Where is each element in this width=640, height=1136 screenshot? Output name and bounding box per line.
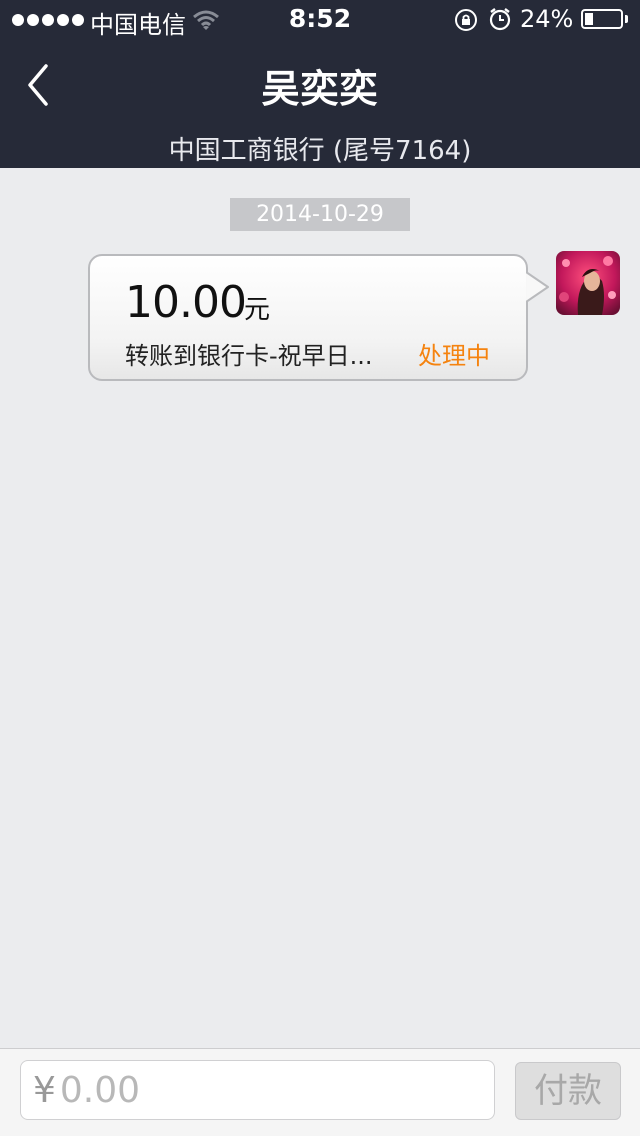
page-title: 吴奕奕 — [261, 67, 379, 111]
battery-icon — [581, 9, 623, 29]
bank-account-subtitle: 中国工商银行 (尾号7164) — [168, 136, 472, 166]
status-bar: 中国电信 8:52 24% — [0, 0, 640, 40]
header: 中国电信 8:52 24% 吴奕奕 中国工商银行 (尾号7164) — [0, 0, 640, 168]
date-separator: 2014-10-29 — [230, 198, 410, 231]
transfer-description: 转账到银行卡-祝早日... — [125, 342, 373, 370]
transfer-status: 处理中 — [418, 342, 490, 370]
pay-button[interactable]: 付款 — [515, 1062, 621, 1120]
alarm-icon — [489, 8, 511, 31]
battery-tip — [625, 15, 628, 23]
amount-placeholder: 0.00 — [59, 1069, 141, 1111]
transfer-amount: 10.00 — [125, 277, 247, 328]
amount-unit: 元 — [244, 295, 271, 325]
rotation-lock-icon — [455, 9, 477, 31]
avatar-image — [556, 251, 620, 315]
currency-symbol: ¥ — [33, 1069, 56, 1111]
battery-percentage: 24% — [520, 5, 574, 33]
app-screen: 中国电信 8:52 24% 吴奕奕 中国工商银行 (尾号7164) 2014-1… — [0, 0, 640, 1136]
bubble-tail — [526, 271, 549, 303]
avatar[interactable] — [556, 251, 620, 315]
amount-input[interactable]: ¥ 0.00 — [20, 1060, 495, 1120]
